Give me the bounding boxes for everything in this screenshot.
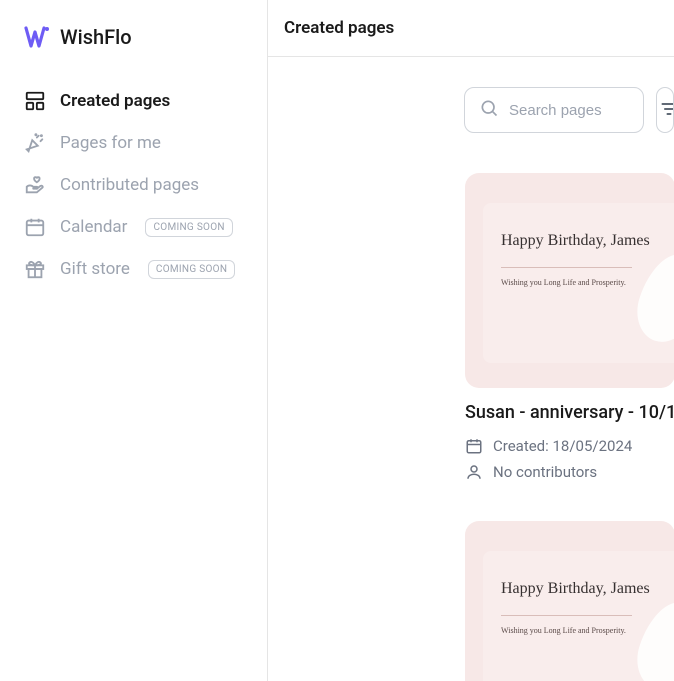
card-preview: Happy Birthday, James Wishing you Long L… — [465, 521, 674, 681]
sidebar-item-gift-store[interactable]: Gift store COMING SOON — [24, 258, 243, 280]
created-label: Created: 18/05/2024 — [493, 437, 632, 455]
nav-label: Calendar — [60, 217, 127, 237]
filter-button[interactable] — [656, 87, 674, 133]
calendar-icon — [465, 437, 483, 455]
gift-icon — [24, 258, 46, 280]
preview-heading: Happy Birthday, James — [501, 229, 674, 253]
sidebar-nav: Created pages Pages for me — [0, 90, 267, 280]
cards-list: Happy Birthday, James Wishing you Long L… — [268, 173, 674, 681]
brand-logo[interactable]: WishFlo — [0, 24, 267, 90]
logo-icon — [24, 24, 50, 50]
nav-label: Gift store — [60, 259, 130, 279]
card-meta: Created: 18/05/2024 No contributors — [465, 437, 674, 481]
page-card[interactable]: Happy Birthday, James Wishing you Long L… — [465, 173, 674, 481]
sidebar: WishFlo Created pages — [0, 0, 268, 681]
main-content: Created pages — [268, 0, 674, 681]
page-card[interactable]: Happy Birthday, James Wishing you Long L… — [465, 521, 674, 681]
divider — [501, 267, 632, 268]
nav-label: Contributed pages — [60, 175, 199, 195]
search-input[interactable] — [509, 102, 629, 119]
filter-icon — [659, 99, 674, 122]
sidebar-item-calendar[interactable]: Calendar COMING SOON — [24, 216, 243, 238]
sidebar-item-created-pages[interactable]: Created pages — [24, 90, 243, 112]
preview-heading: Happy Birthday, James — [501, 577, 674, 601]
grid-icon — [24, 90, 46, 112]
search-box[interactable] — [464, 87, 644, 133]
search-icon — [479, 98, 499, 122]
nav-label: Created pages — [60, 91, 170, 111]
user-icon — [465, 463, 483, 481]
confetti-icon — [24, 132, 46, 154]
calendar-icon — [24, 216, 46, 238]
contributors-label: No contributors — [493, 463, 597, 481]
hand-heart-icon — [24, 174, 46, 196]
coming-soon-badge: COMING SOON — [148, 260, 235, 279]
meta-created: Created: 18/05/2024 — [465, 437, 674, 455]
card-preview: Happy Birthday, James Wishing you Long L… — [465, 173, 674, 388]
divider — [501, 615, 632, 616]
toolbar — [464, 87, 674, 133]
coming-soon-badge: COMING SOON — [145, 218, 232, 237]
page-title: Created pages — [284, 18, 394, 38]
meta-contributors: No contributors — [465, 463, 674, 481]
sidebar-item-contributed-pages[interactable]: Contributed pages — [24, 174, 243, 196]
brand-name: WishFlo — [60, 25, 132, 49]
sidebar-item-pages-for-me[interactable]: Pages for me — [24, 132, 243, 154]
content-area: Happy Birthday, James Wishing you Long L… — [268, 57, 674, 681]
page-header: Created pages — [268, 0, 674, 57]
card-title: Susan - anniversary - 10/11/ — [465, 402, 674, 423]
nav-label: Pages for me — [60, 133, 161, 153]
